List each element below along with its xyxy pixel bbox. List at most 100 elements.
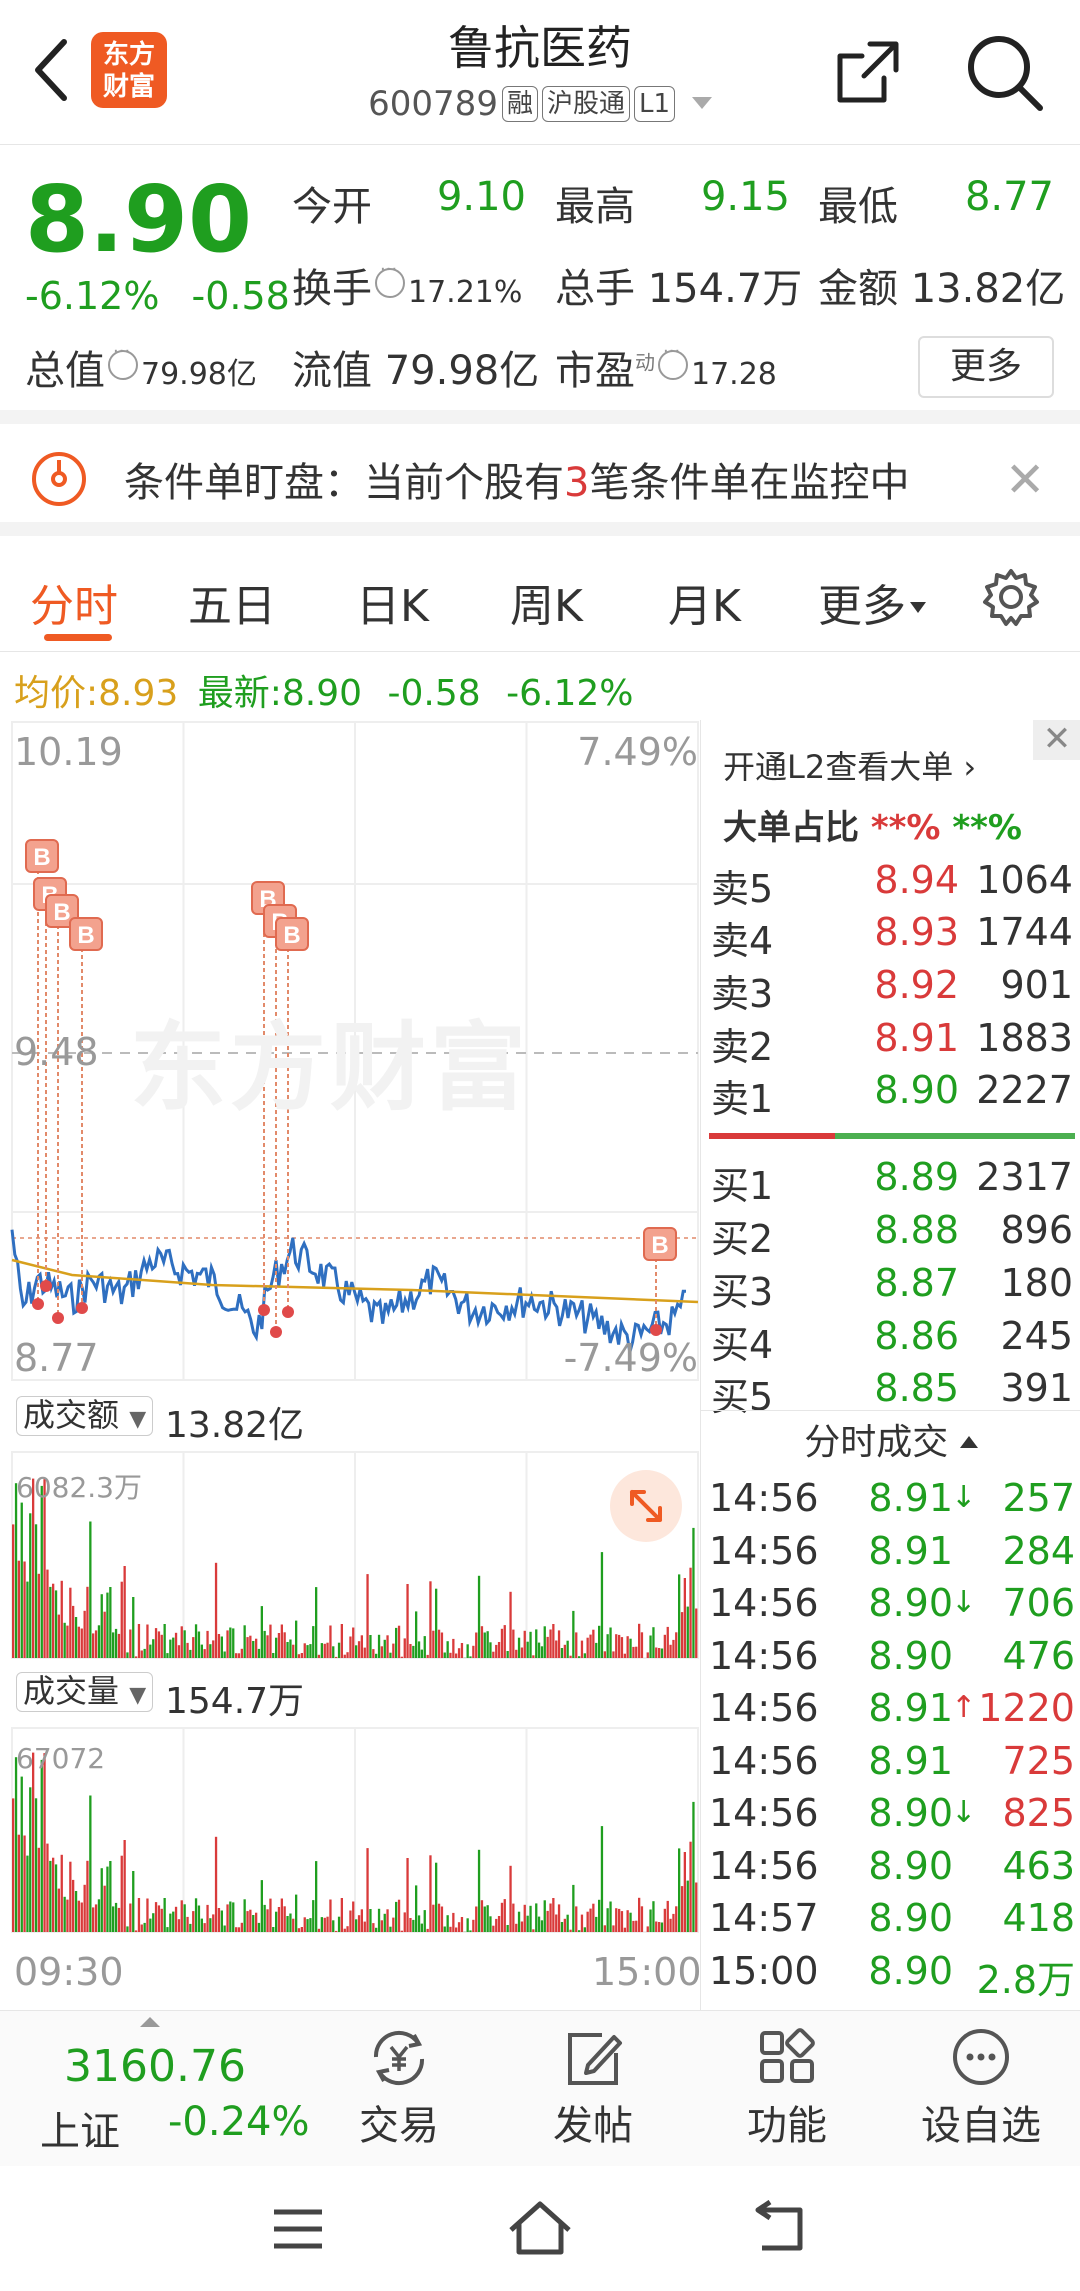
amount-bar (603, 1651, 606, 1658)
volume-bar (17, 1834, 20, 1932)
bid-row[interactable]: 买2 8.88 896 (701, 1208, 1080, 1261)
bid-row[interactable]: 买4 8.86 245 (701, 1314, 1080, 1367)
tab-five-day[interactable]: 五日 (188, 570, 276, 634)
amount-bar (252, 1641, 255, 1658)
amount-bar (255, 1638, 258, 1658)
amount-bar (666, 1626, 669, 1658)
ask-row[interactable]: 卖3 8.92 901 (701, 963, 1080, 1016)
amount-bar (295, 1620, 298, 1658)
chevron-down-icon[interactable] (691, 97, 712, 109)
info-icon[interactable] (375, 259, 405, 298)
amount-bar (646, 1652, 649, 1658)
ask-row[interactable]: 卖2 8.91 1883 (701, 1016, 1080, 1069)
home-icon[interactable] (505, 2198, 575, 2258)
volume-selector[interactable]: 成交量 ▼ (16, 1672, 154, 1712)
condition-order-banner[interactable]: 条件单盯盘：当前个股有3笔条件单在监控中 ✕ (0, 424, 1080, 536)
volume-bar (317, 1928, 321, 1932)
volume-bar (306, 1919, 309, 1932)
amount-bar (520, 1647, 524, 1658)
amount-bar (92, 1633, 95, 1658)
volume-bar (214, 1836, 218, 1932)
volume-bar (497, 1916, 501, 1932)
amount-bar (226, 1630, 229, 1658)
amount-bar (432, 1630, 435, 1658)
info-icon[interactable] (108, 341, 138, 380)
tick-time: 14:56 (709, 1738, 819, 1783)
functions-button[interactable]: 功能 (722, 2027, 852, 2151)
add-watchlist-button[interactable]: 设自选 (916, 2027, 1046, 2151)
tab-monthly-k[interactable]: 月K (668, 570, 741, 634)
close-icon[interactable]: ✕ (1005, 452, 1045, 508)
amount-bar (497, 1642, 501, 1658)
buy-marker-label: B (77, 922, 94, 949)
watermark: 东方财富 (130, 1012, 530, 1124)
volume-bar (272, 1927, 275, 1932)
trade-button[interactable]: 交易 (334, 2027, 464, 2151)
bid-row[interactable]: 买1 8.89 2317 (701, 1155, 1080, 1208)
expand-icon[interactable] (610, 1470, 682, 1542)
volume-bar (549, 1903, 552, 1932)
search-icon[interactable] (962, 30, 1046, 114)
volume-total: 154.7万 (165, 1681, 305, 1722)
tick-price: 8.90 (868, 1948, 953, 1993)
amount-bar (383, 1639, 386, 1658)
amount-bar (417, 1641, 421, 1658)
volume-bar (283, 1906, 286, 1932)
tick-price: 8.91 (868, 1738, 953, 1783)
ask-row[interactable]: 卖1 8.90 2227 (701, 1068, 1080, 1121)
amount-bar (329, 1625, 332, 1658)
intraday-chart[interactable]: BBBBBBBB 10.19 7.49% 9.48 8.77 -7.49% 东方… (0, 720, 702, 2010)
volume-bar (97, 1899, 101, 1932)
tab-daily-k[interactable]: 日K (356, 570, 429, 634)
close-icon[interactable]: ✕ (1033, 720, 1080, 760)
volume-bar (89, 1795, 92, 1932)
chevron-right-icon: › (963, 748, 977, 786)
volume-bar (360, 1909, 363, 1932)
volume-bar (177, 1919, 181, 1932)
edit-icon (568, 2033, 622, 2085)
share-icon[interactable] (830, 34, 906, 110)
amount-bar (403, 1638, 406, 1658)
more-button[interactable]: 更多 (918, 336, 1054, 398)
post-button[interactable]: 发帖 (528, 2027, 658, 2151)
ask-row[interactable]: 卖4 8.93 1744 (701, 910, 1080, 963)
amount-selector[interactable]: 成交额 ▼ (16, 1396, 154, 1436)
gear-icon[interactable] (980, 566, 1042, 628)
tag-margin: 融 (501, 86, 538, 122)
amount-bar (492, 1651, 495, 1658)
l2-promo-link[interactable]: 开通L2查看大单 › (723, 742, 976, 788)
marker-dot (52, 1312, 64, 1324)
amount-bar (355, 1645, 358, 1658)
amount-bar (214, 1562, 218, 1658)
ticks-header[interactable]: 分时成交 (701, 1410, 1080, 1470)
amount-bar (40, 1485, 43, 1658)
bid-row[interactable]: 买3 8.87 180 (701, 1261, 1080, 1314)
amount-bar (300, 1653, 303, 1658)
amount-bar (343, 1654, 346, 1658)
volume-bar (189, 1923, 192, 1932)
volume-bar (429, 1855, 432, 1932)
tick-row: 15:00 8.90 2.8万 (701, 1948, 1080, 2002)
volume-bar (417, 1915, 421, 1932)
amount-bar (154, 1628, 158, 1658)
menu-icon[interactable] (270, 2204, 326, 2254)
amount-bar (397, 1625, 401, 1658)
volume-bar (563, 1918, 566, 1932)
stock-code-line[interactable]: 600789 融沪股通 L1 (0, 84, 1080, 124)
back-nav-icon[interactable] (748, 2200, 810, 2256)
tab-weekly-k[interactable]: 周K (510, 570, 583, 634)
top-header: 东方 财富 鲁抗医药 600789 融沪股通 L1 (0, 0, 1080, 145)
volume-bar (629, 1912, 632, 1932)
tick-row: 14:56 8.90 463 (701, 1844, 1080, 1896)
volume-bar (266, 1909, 269, 1932)
amount-bar (80, 1628, 83, 1658)
ask-row[interactable]: 卖5 8.94 1064 (701, 858, 1080, 911)
amount-bar (655, 1647, 658, 1658)
tab-more[interactable]: 更多 (818, 570, 926, 634)
tab-intraday[interactable]: 分时 (30, 570, 118, 634)
amount-bar (46, 1569, 49, 1658)
volume-bar (246, 1911, 249, 1932)
index-value[interactable]: 3160.76 (64, 2041, 246, 2092)
volume-bar (212, 1914, 215, 1932)
info-icon[interactable] (658, 341, 688, 380)
